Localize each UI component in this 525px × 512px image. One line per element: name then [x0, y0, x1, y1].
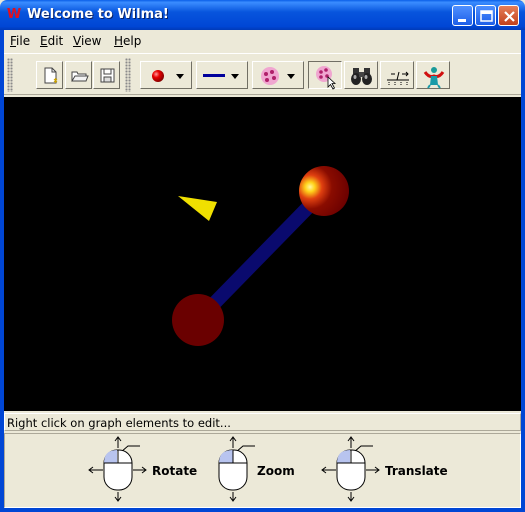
figure-icon	[423, 67, 445, 89]
layout-button[interactable]	[380, 61, 414, 89]
menu-bar: File Edit View Help	[4, 30, 521, 52]
pointer-cursor-icon	[178, 196, 217, 221]
graph-edge[interactable]	[192, 186, 330, 325]
graph-scene	[172, 166, 349, 346]
find-button[interactable]	[344, 61, 378, 89]
close-button[interactable]	[498, 5, 519, 26]
menu-edit-mnemonic: E	[40, 34, 48, 48]
save-file-button[interactable]	[93, 61, 120, 89]
menu-edit[interactable]: Edit	[40, 34, 63, 48]
select-cluster-button[interactable]	[308, 61, 342, 90]
node-style-button[interactable]	[140, 61, 192, 89]
pink-cluster-icon	[261, 67, 295, 85]
status-bar: Right click on graph elements to edit...	[4, 413, 521, 431]
open-file-button[interactable]	[65, 61, 92, 89]
toolbar-grip[interactable]	[7, 58, 13, 92]
menu-file-label: ile	[16, 34, 31, 48]
menu-file[interactable]: File	[10, 34, 30, 48]
menu-view-label: iew	[80, 34, 102, 48]
rotate-hint: Rotate	[88, 434, 198, 507]
menu-view-mnemonic: V	[73, 34, 81, 48]
mouse-middle-button-icon	[218, 436, 255, 502]
new-file-button[interactable]	[36, 61, 63, 89]
save-disk-icon	[100, 68, 115, 83]
translate-hint: Translate	[321, 434, 451, 507]
maximize-button[interactable]	[475, 5, 496, 26]
mouse-help-panel: Rotate Zoom Translate	[4, 433, 521, 508]
wilma-app-icon[interactable]: W	[6, 7, 22, 23]
menu-edit-label: dit	[47, 34, 64, 48]
close-icon	[504, 11, 515, 22]
blue-line-icon	[203, 74, 239, 79]
translate-label: Translate	[385, 464, 448, 478]
red-sphere-icon	[152, 70, 184, 82]
graph-canvas[interactable]	[4, 97, 521, 411]
edge-style-button[interactable]	[196, 61, 248, 89]
new-document-icon	[44, 67, 58, 84]
window-border-right	[521, 30, 525, 512]
cluster-style-button[interactable]	[252, 61, 304, 89]
toolbar	[4, 53, 521, 95]
binoculars-icon	[351, 68, 372, 85]
toolbar-grip-2[interactable]	[125, 58, 131, 92]
gravity-button[interactable]	[416, 61, 450, 89]
window-border-bottom	[0, 508, 525, 512]
minimize-icon	[458, 19, 466, 22]
status-text: Right click on graph elements to edit...	[7, 416, 231, 430]
graph-node-upper[interactable]	[299, 166, 349, 216]
open-folder-icon	[71, 71, 89, 82]
window-title: Welcome to Wilma!	[27, 7, 169, 22]
maximize-icon	[480, 10, 493, 22]
graph-layout-icon	[387, 71, 409, 85]
zoom-hint: Zoom	[201, 434, 301, 507]
rotate-label: Rotate	[152, 464, 198, 478]
minimize-button[interactable]	[452, 5, 473, 26]
mouse-left-button-icon	[88, 436, 147, 502]
cluster-pointer-icon	[316, 66, 337, 90]
title-bar[interactable]: W Welcome to Wilma!	[0, 0, 525, 30]
mouse-right-button-icon	[321, 436, 380, 502]
menu-help-label: elp	[123, 34, 142, 48]
zoom-label: Zoom	[257, 464, 295, 478]
graph-node-lower[interactable]	[172, 294, 224, 346]
menu-help-mnemonic: H	[114, 34, 124, 48]
menu-view[interactable]: View	[73, 34, 101, 48]
menu-help[interactable]: Help	[114, 34, 141, 48]
